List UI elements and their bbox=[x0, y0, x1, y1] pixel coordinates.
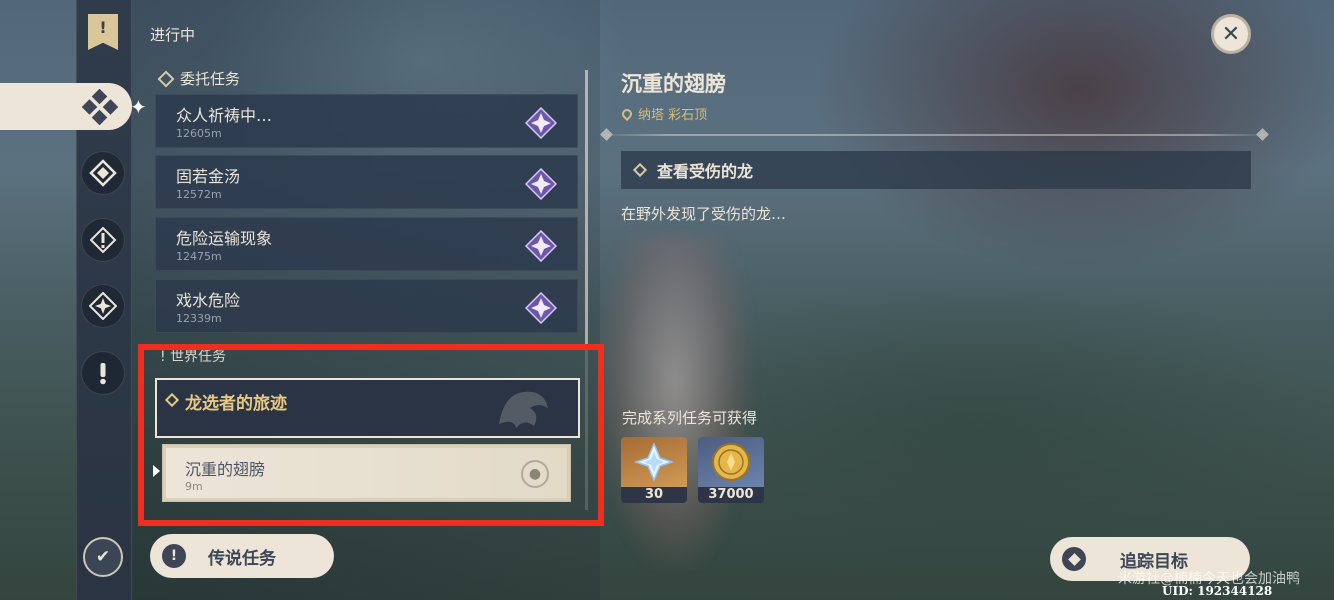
objective-diamond-icon bbox=[632, 162, 648, 178]
purple-star-icon bbox=[525, 168, 557, 200]
commission-quest-item[interactable]: 固若金汤 12572m bbox=[155, 155, 578, 209]
quest-title: 固若金汤 bbox=[176, 167, 241, 186]
track-diamond-icon bbox=[1062, 547, 1086, 571]
objective-text: 查看受伤的龙 bbox=[657, 162, 754, 181]
completed-quests-icon[interactable]: ✔ bbox=[83, 537, 123, 577]
commission-quest-item[interactable]: 众人祈祷中… 12605m bbox=[155, 94, 578, 148]
quest-location: 纳塔 彩石顶 bbox=[619, 104, 708, 123]
quest-distance: 12475m bbox=[176, 250, 222, 263]
location-pin-icon bbox=[619, 106, 635, 121]
purple-star-icon bbox=[525, 107, 557, 139]
quest-location-text: 纳塔 彩石顶 bbox=[638, 108, 708, 123]
mora-icon bbox=[712, 443, 750, 481]
quest-title: 戏水危险 bbox=[176, 291, 241, 310]
commission-icon bbox=[82, 88, 118, 125]
quest-distance: 12572m bbox=[176, 188, 222, 201]
annotation-highlight-box bbox=[138, 344, 604, 526]
quest-distance: 12605m bbox=[176, 127, 222, 140]
quest-title: 危险运输现象 bbox=[176, 229, 273, 248]
divider-ornament-icon bbox=[600, 128, 613, 141]
legend-quests-button[interactable]: ! 传说任务 bbox=[150, 534, 334, 578]
purple-star-icon bbox=[525, 230, 557, 262]
in-progress-heading: 进行中 bbox=[150, 26, 196, 44]
primogem-icon bbox=[634, 442, 674, 482]
event-quest-tab-icon[interactable] bbox=[81, 284, 125, 328]
reward-count: 37000 bbox=[698, 487, 764, 503]
legend-quest-icon: ! bbox=[162, 544, 186, 568]
commission-section-label: 委托任务 bbox=[180, 70, 241, 88]
player-uid: UID: 192344128 bbox=[1162, 584, 1273, 598]
close-button[interactable]: ✕ bbox=[1211, 14, 1251, 54]
quest-detail-title: 沉重的翅膀 bbox=[621, 72, 726, 96]
commission-diamond-icon bbox=[157, 70, 175, 87]
rewards-heading: 完成系列任务可获得 bbox=[622, 409, 758, 427]
purple-star-icon bbox=[525, 292, 557, 324]
divider-ornament-icon bbox=[1256, 128, 1269, 141]
commission-section-heading: 委托任务 bbox=[157, 68, 241, 89]
reward-item[interactable]: 30 bbox=[621, 437, 687, 503]
commission-quest-item[interactable]: 戏水危险 12339m bbox=[155, 279, 578, 333]
quest-description: 在野外发现了受伤的龙… bbox=[621, 205, 787, 223]
list-scrollbar-thumb[interactable] bbox=[585, 70, 588, 350]
reward-count: 30 bbox=[621, 487, 687, 503]
world-quest-tab-icon[interactable] bbox=[81, 351, 125, 395]
close-icon: ✕ bbox=[1221, 21, 1241, 47]
quest-distance: 12339m bbox=[176, 312, 222, 325]
legend-quests-label: 传说任务 bbox=[208, 548, 276, 569]
background-character bbox=[600, 235, 750, 565]
quest-title: 众人祈祷中… bbox=[176, 106, 273, 125]
reward-item[interactable]: 37000 bbox=[698, 437, 764, 503]
commission-quest-item[interactable]: 危险运输现象 12475m bbox=[155, 217, 578, 271]
quest-objective: 查看受伤的龙 bbox=[621, 151, 1251, 189]
archon-quest-tab-icon[interactable] bbox=[81, 151, 125, 195]
sparkle-icon: ✦ bbox=[130, 95, 147, 119]
divider bbox=[600, 134, 1270, 136]
commission-tab[interactable] bbox=[0, 83, 132, 130]
story-quest-tab-icon[interactable] bbox=[81, 218, 125, 262]
